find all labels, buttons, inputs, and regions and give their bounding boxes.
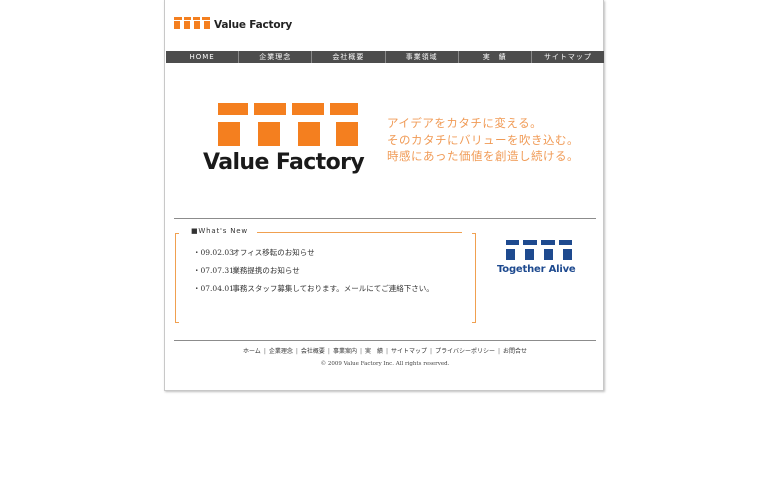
footer-link-contact[interactable]: お問合せ [503, 348, 527, 355]
header-logo[interactable]: Value Factory [174, 17, 292, 33]
news-date: ・07.04.01 [193, 284, 234, 293]
footer-separator: | [430, 348, 433, 355]
nav-works[interactable]: 実 績 [459, 51, 532, 63]
hero-logo-text: Value Factory [203, 150, 365, 175]
nav-sitemap[interactable]: サイトマップ [532, 51, 604, 63]
nav-business[interactable]: 事業領域 [386, 51, 459, 63]
footer-link-business[interactable]: 事業案内 [333, 348, 357, 355]
value-factory-large-logo-icon [218, 103, 358, 146]
footer-links: ホーム | 企業理念 | 会社概要 | 事業案内 | 実 績 | サイトマップ | プライバシーポリシー… [165, 346, 605, 355]
news-item[interactable]: ・07.04.01 事務スタッフ募集しております。メールにてご連絡下さい。 [193, 283, 434, 294]
value-factory-logo-icon [174, 17, 210, 29]
together-alive-text: Together Alive [497, 264, 576, 275]
news-date: ・07.07.31 [193, 266, 234, 275]
page-container: Value Factory HOME 企業理念 会社概要 事業領域 実 績 サイ… [164, 0, 604, 391]
footer-separator: | [359, 348, 362, 355]
news-item[interactable]: ・09.02.03 オフィス移転のお知らせ [193, 247, 315, 258]
news-item[interactable]: ・07.07.31 業務提携のお知らせ [193, 265, 300, 276]
footer-link-company[interactable]: 会社概要 [301, 348, 325, 355]
divider [174, 340, 596, 341]
nav-philosophy[interactable]: 企業理念 [239, 51, 313, 63]
title-underline [257, 232, 462, 233]
whats-new-box: ■What's New ・09.02.03 オフィス移転のお知らせ ・07.07… [175, 227, 476, 323]
hero-logo: Value Factory [203, 100, 373, 180]
tagline: アイデアをカタチに変える。 そのカタチにバリューを吹き込む。 時感にあった価値を… [387, 115, 579, 165]
tagline-line-3: 時感にあった価値を創造し続ける。 [387, 149, 579, 163]
news-date: ・09.02.03 [193, 248, 234, 257]
tagline-line-1: アイデアをカタチに変える。 [387, 116, 543, 130]
news-text[interactable]: 業務提携のお知らせ [232, 266, 299, 275]
together-alive-logo-icon [506, 240, 572, 260]
footer-link-philosophy[interactable]: 企業理念 [269, 348, 293, 355]
footer-link-home[interactable]: ホーム [243, 348, 261, 355]
footer-link-sitemap[interactable]: サイトマップ [391, 348, 427, 355]
bracket-left [175, 233, 179, 323]
nav-company[interactable]: 会社概要 [312, 51, 386, 63]
main-nav: HOME 企業理念 会社概要 事業領域 実 績 サイトマップ [166, 51, 604, 63]
news-text[interactable]: オフィス移転のお知らせ [232, 248, 314, 257]
news-text[interactable]: 事務スタッフ募集しております。メールにてご連絡下さい。 [232, 284, 433, 293]
bracket-right [472, 233, 476, 323]
whats-new-title: ■What's New [191, 227, 248, 235]
divider [174, 218, 596, 219]
footer-separator: | [327, 348, 330, 355]
footer-separator: | [386, 348, 389, 355]
tagline-line-2: そのカタチにバリューを吹き込む。 [387, 132, 579, 147]
footer-separator: | [295, 348, 298, 355]
copyright: © 2009 Value Factory Inc. All rights res… [320, 361, 450, 367]
footer-separator: | [263, 348, 266, 355]
footer-link-privacy[interactable]: プライバシーポリシー [435, 348, 495, 355]
footer-separator: | [497, 348, 500, 355]
header-logo-text: Value Factory [214, 19, 293, 31]
together-alive-banner[interactable]: Together Alive [495, 240, 585, 280]
footer-link-works[interactable]: 実 績 [365, 348, 383, 355]
nav-home[interactable]: HOME [166, 51, 240, 63]
